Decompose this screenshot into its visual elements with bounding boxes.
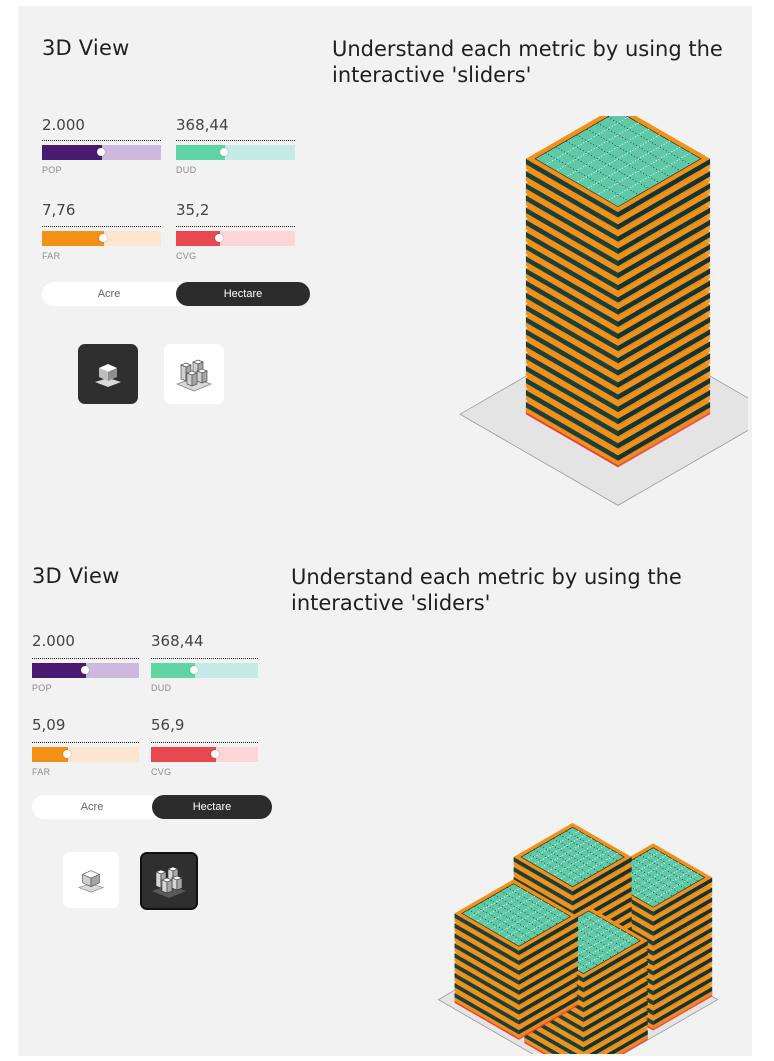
cvg-divider xyxy=(151,742,258,743)
cvg-slider-fill xyxy=(151,747,217,762)
acre-option[interactable]: Acre xyxy=(32,795,152,819)
view-panel-top: 3D View Understand each metric by using … xyxy=(18,6,752,534)
pop-value: 2.000 xyxy=(32,632,75,650)
single-building-view-button[interactable] xyxy=(63,852,119,908)
dud-slider-fill xyxy=(151,663,195,678)
view-title: 3D View xyxy=(32,564,120,588)
hectare-option[interactable]: Hectare xyxy=(176,282,310,306)
dud-slider[interactable] xyxy=(151,663,258,678)
far-slider-fill xyxy=(42,231,104,246)
pop-slider-handle[interactable] xyxy=(96,148,105,156)
cvg-divider xyxy=(176,226,295,227)
dud-label: DUD xyxy=(151,683,172,693)
single-cube-icon xyxy=(77,870,105,893)
dud-slider[interactable] xyxy=(176,145,295,160)
dud-slider-handle[interactable] xyxy=(189,666,198,674)
far-divider xyxy=(42,226,161,227)
dud-value: 368,44 xyxy=(176,116,229,134)
single-cube-icon xyxy=(95,364,121,387)
acre-option[interactable]: Acre xyxy=(42,282,176,306)
cvg-value: 35,2 xyxy=(176,201,210,219)
cluster-3d-scene xyxy=(437,822,719,1054)
far-slider-handle[interactable] xyxy=(98,234,107,242)
pop-divider xyxy=(42,140,161,141)
headline-line-2: interactive 'sliders' xyxy=(332,63,532,87)
pop-slider-fill xyxy=(32,663,86,678)
dud-slider-handle[interactable] xyxy=(219,148,228,156)
pop-label: POP xyxy=(42,165,62,175)
cvg-label: CVG xyxy=(151,767,172,777)
headline-line-1: Understand each metric by using the xyxy=(291,565,682,589)
dud-divider xyxy=(151,658,258,659)
cvg-slider[interactable] xyxy=(176,231,295,246)
pop-slider[interactable] xyxy=(42,145,161,160)
view-panel-bottom: 3D View Understand each metric by using … xyxy=(18,534,752,1056)
building-cluster-icon xyxy=(152,866,186,898)
building-cluster-icon xyxy=(176,359,212,392)
single-building-view-button[interactable] xyxy=(78,344,138,404)
cvg-slider-fill xyxy=(176,231,221,246)
pop-slider[interactable] xyxy=(32,663,139,678)
cluster-group xyxy=(437,822,719,1054)
far-divider xyxy=(32,742,139,743)
far-value: 5,09 xyxy=(32,716,66,734)
pop-slider-fill xyxy=(42,145,102,160)
dud-value: 368,44 xyxy=(151,632,204,650)
headline-line-2: interactive 'sliders' xyxy=(291,591,491,615)
tower-group xyxy=(459,116,748,506)
dud-divider xyxy=(176,140,295,141)
dud-slider-fill xyxy=(176,145,225,160)
building-cluster-view-button[interactable] xyxy=(164,344,224,404)
pop-label: POP xyxy=(32,683,52,693)
cvg-slider-handle[interactable] xyxy=(215,234,224,242)
far-label: FAR xyxy=(42,251,61,261)
headline-line-1: Understand each metric by using the xyxy=(332,37,723,61)
far-value: 7,76 xyxy=(42,201,76,219)
unit-toggle: Acre Hectare xyxy=(42,282,310,306)
pop-divider xyxy=(32,658,139,659)
cvg-value: 56,9 xyxy=(151,716,185,734)
unit-toggle: Acre Hectare xyxy=(32,795,272,819)
building-cluster-view-button[interactable] xyxy=(140,852,198,910)
far-label: FAR xyxy=(32,767,51,777)
tower-3d-scene xyxy=(459,116,748,506)
cvg-slider[interactable] xyxy=(151,747,258,762)
pop-slider-handle[interactable] xyxy=(80,666,89,674)
pop-value: 2.000 xyxy=(42,116,85,134)
dud-label: DUD xyxy=(176,165,197,175)
view-title: 3D View xyxy=(42,36,130,60)
cvg-label: CVG xyxy=(176,251,197,261)
hectare-option[interactable]: Hectare xyxy=(152,795,272,819)
far-slider[interactable] xyxy=(42,231,161,246)
far-slider[interactable] xyxy=(32,747,139,762)
